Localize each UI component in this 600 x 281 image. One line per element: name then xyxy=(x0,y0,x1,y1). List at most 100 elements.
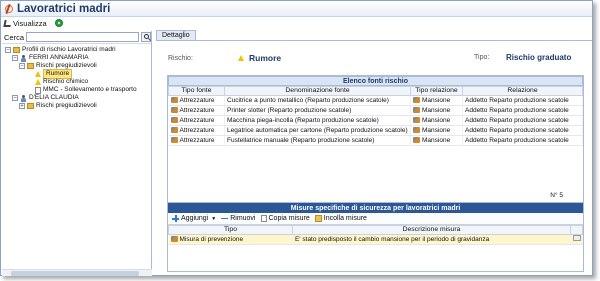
search-row: Cerca xyxy=(2,31,151,44)
misure-grid: Misure specifiche di sicurezza per lavor… xyxy=(167,202,584,272)
table-row[interactable]: Attrezzature Macchina piega-incolla (Rep… xyxy=(168,115,583,126)
tab-dettaglio[interactable]: Dettaglio xyxy=(156,30,196,40)
expand-icon[interactable]: + xyxy=(19,103,25,109)
app-logo-icon xyxy=(4,3,14,14)
edit-button[interactable] xyxy=(573,235,581,241)
collapse-icon[interactable]: − xyxy=(12,95,18,101)
cell-relazione: Addetto Reparto produzione scatole xyxy=(462,105,583,116)
table-row[interactable]: Attrezzature Legatrice automatica per ca… xyxy=(168,125,583,136)
misure-grid-title: Misure specifiche di sicurezza per lavor… xyxy=(168,203,583,213)
tree-person-ferri[interactable]: − FERRI ANNAMARIA xyxy=(2,54,151,62)
wrench-icon xyxy=(413,137,420,144)
col-tipo[interactable]: Tipo xyxy=(168,225,293,235)
misure-table: Tipo Descrizione misura Misura di preven… xyxy=(168,225,583,245)
tree-folder-label: Rischi pregiudizievoli xyxy=(36,102,97,109)
cell-tipo: Attrezzature xyxy=(179,127,215,134)
col-tipo-fonte[interactable]: Tipo fonte xyxy=(168,86,225,96)
cell-descrizione: E' stato predisposto il cambio mansione … xyxy=(292,234,571,245)
folder-icon xyxy=(27,63,34,69)
add-button[interactable]: Aggiungi ▼ xyxy=(172,215,216,222)
rischio-field: Rischio: Rumore xyxy=(168,53,281,63)
cell-tipo-relazione: Mansione xyxy=(422,117,451,124)
col-tipo-relazione[interactable]: Tipo relazione xyxy=(410,86,463,96)
tree-risk-label: Rischio chimico xyxy=(43,78,89,85)
cell-tipo-relazione: Mansione xyxy=(422,127,451,134)
horizontal-scrollbar[interactable] xyxy=(2,269,152,276)
document-icon xyxy=(35,86,41,94)
cell-tipo: Attrezzature xyxy=(179,137,215,144)
wrench-icon xyxy=(413,127,420,134)
tool-icon xyxy=(170,97,178,104)
view-button[interactable]: Visualizza xyxy=(3,18,47,28)
tree-person-label: FERRI ANNAMARIA xyxy=(29,54,89,61)
col-action xyxy=(570,225,583,235)
collapse-icon[interactable]: − xyxy=(12,55,18,61)
cell-relazione: Addetto Reparto produzione scatole xyxy=(462,115,583,126)
rischio-label: Rischio: xyxy=(168,54,193,62)
minus-icon xyxy=(221,217,229,220)
cell-denominazione: Macchina piega-incolla (Reparto produzio… xyxy=(224,115,411,126)
cell-tipo-relazione: Mansione xyxy=(422,107,451,114)
col-relazione[interactable]: Relazione xyxy=(462,86,583,96)
detail-tabstrip: Dettaglio xyxy=(156,30,592,41)
cell-tipo-relazione: Mansione xyxy=(422,137,451,144)
tree-risk-mmc[interactable]: MMC - Sollevamento e trasporto xyxy=(2,86,151,94)
tree-panel: Cerca − Profili di rischio Lavoratrici m… xyxy=(2,31,152,276)
table-row[interactable]: Misura di prevenzione E' stato predispos… xyxy=(168,234,583,245)
tree-folder-rischi[interactable]: − Rischi pregiudizievoli xyxy=(2,62,151,70)
plus-icon xyxy=(172,215,179,222)
view-button-label: Visualizza xyxy=(13,18,47,28)
tree-risk-rumore[interactable]: Rumore xyxy=(2,69,151,79)
collapse-icon[interactable]: − xyxy=(19,63,25,69)
cell-relazione: Addetto Reparto produzione scatole xyxy=(462,135,583,146)
add-button-label: Aggiungi xyxy=(181,215,209,222)
cell-denominazione: Cucitrice a punto metallico (Reparto pro… xyxy=(224,95,411,106)
tree-risk-chimico[interactable]: Rischio chimico xyxy=(2,78,151,86)
chevron-down-icon: ▼ xyxy=(211,215,217,222)
paste-icon xyxy=(314,215,322,222)
col-descrizione[interactable]: Descrizione misura xyxy=(292,225,571,235)
cell-relazione: Addetto Reparto produzione scatole xyxy=(462,95,583,106)
col-denominazione[interactable]: Denominazione fonte xyxy=(224,86,411,96)
table-row[interactable]: Attrezzature Fustellatrice manuale (Repa… xyxy=(168,135,583,146)
cell-relazione: Addetto Reparto produzione scatole xyxy=(462,125,583,136)
tool-icon xyxy=(170,137,178,144)
tipo-label: Tipo: xyxy=(474,54,490,61)
measure-icon xyxy=(170,236,178,243)
copy-button-label: Copia misure xyxy=(268,215,310,222)
tree-root[interactable]: − Profili di rischio Lavoratrici madri xyxy=(2,46,151,54)
cell-denominazione: Fustellatrice manuale (Reparto produzion… xyxy=(224,135,411,146)
tree-person-delia[interactable]: − D'ELIA CLAUDIA xyxy=(2,94,151,102)
risk-profile-tree: − Profili di rischio Lavoratrici madri −… xyxy=(2,44,151,110)
warning-icon xyxy=(35,79,41,85)
warning-icon xyxy=(35,71,41,77)
tool-icon xyxy=(170,127,178,134)
title-bar: Lavoratrici madri xyxy=(1,1,592,17)
fonti-table: Tipo fonte Denominazione fonte Tipo rela… xyxy=(168,86,583,146)
paste-button[interactable]: Incolla misure xyxy=(314,215,367,222)
cell-tipo-misura: Misura di prevenzione xyxy=(179,236,244,243)
cell-tipo: Attrezzature xyxy=(179,117,215,124)
main-toolbar: Visualizza xyxy=(1,17,592,29)
search-input[interactable] xyxy=(26,32,139,42)
warning-icon xyxy=(238,55,244,61)
copy-button[interactable]: Copia misure xyxy=(260,215,310,222)
search-button[interactable] xyxy=(140,32,151,42)
wrench-icon xyxy=(413,97,420,104)
cell-denominazione: Legatrice automatica per cartone (Repart… xyxy=(224,125,411,136)
cell-denominazione: Printer slotter (Reparto produzione scat… xyxy=(224,105,411,116)
tree-folder-rischi-2[interactable]: + Rischi pregiudizievoli xyxy=(2,102,151,110)
tree-risk-label: MMC - Sollevamento e trasporto xyxy=(43,86,137,93)
remove-button[interactable]: Rimuovi xyxy=(221,215,256,222)
misure-toolbar: Aggiungi ▼ Rimuovi Copia misure Incolla … xyxy=(168,213,583,225)
remove-button-label: Rimuovi xyxy=(230,215,256,222)
wrench-icon xyxy=(413,117,420,124)
tree-root-label: Profili di rischio Lavoratrici madri xyxy=(22,46,116,53)
folder-icon xyxy=(13,47,20,53)
table-row[interactable]: Attrezzature Printer slotter (Reparto pr… xyxy=(168,105,583,116)
table-row[interactable]: Attrezzature Cucitrice a punto metallico… xyxy=(168,95,583,106)
search-label: Cerca xyxy=(4,32,25,42)
refresh-icon[interactable] xyxy=(54,19,63,27)
collapse-icon[interactable]: − xyxy=(5,47,11,53)
app-window: Lavoratrici madri Visualizza Cerca − Pro… xyxy=(0,0,593,276)
